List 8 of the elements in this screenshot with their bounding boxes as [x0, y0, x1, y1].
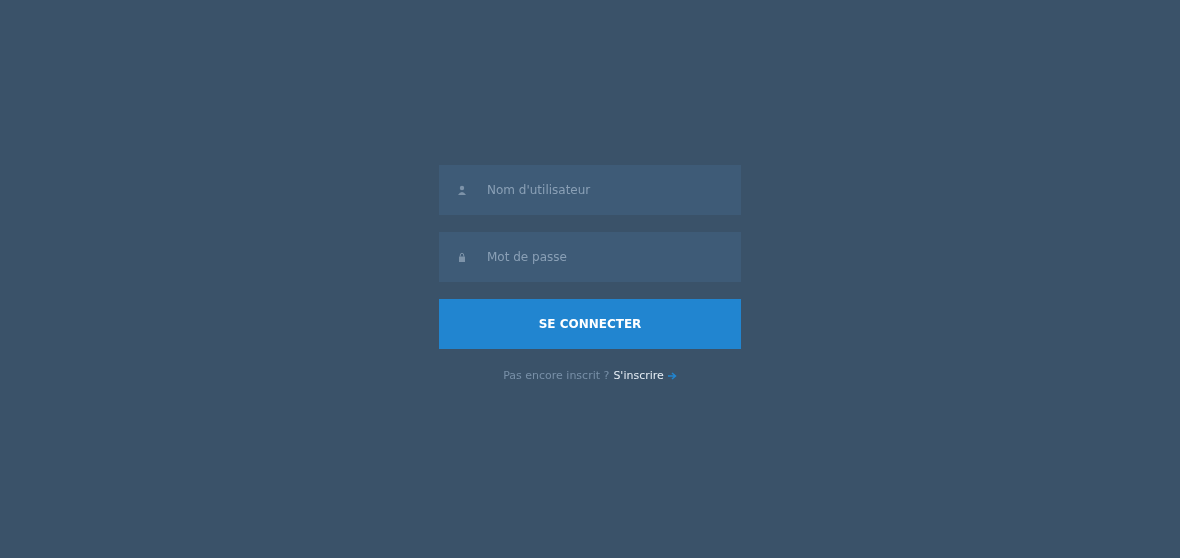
signup-prompt: Pas encore inscrit ?: [503, 369, 610, 382]
user-icon: [457, 185, 467, 195]
lock-icon: [457, 252, 467, 262]
login-button[interactable]: SE CONNECTER: [439, 299, 741, 349]
signup-link[interactable]: S'inscrire: [613, 369, 664, 382]
username-field[interactable]: Nom d'utilisateur: [439, 165, 741, 215]
arrow-right-icon: [667, 371, 677, 380]
password-field[interactable]: Mot de passe: [439, 232, 741, 282]
